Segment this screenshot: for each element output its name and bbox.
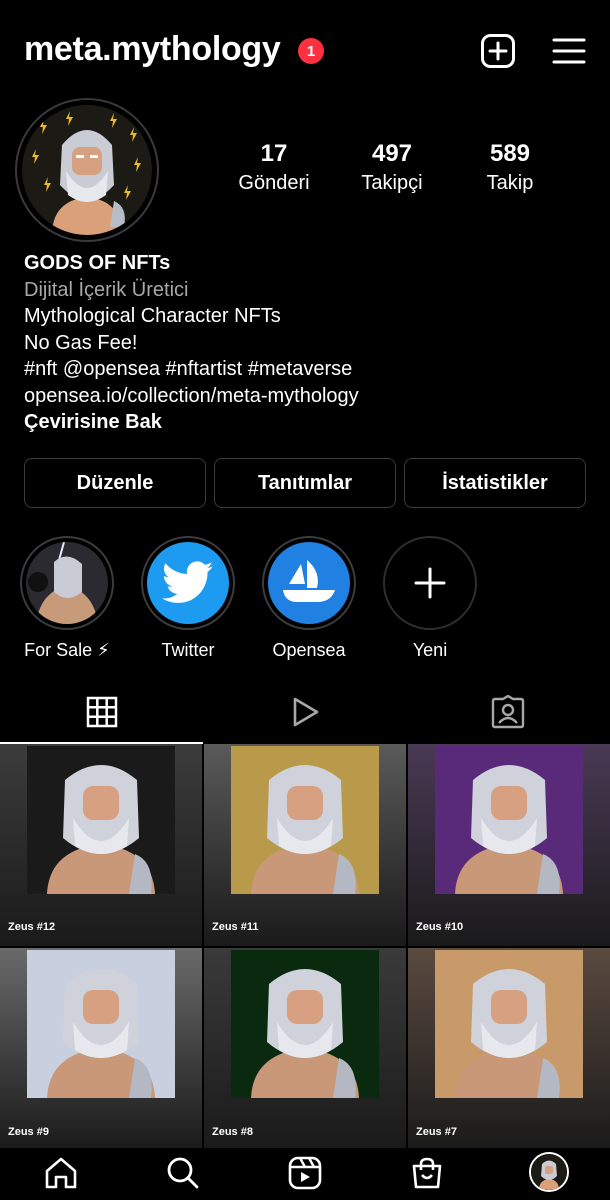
bottom-navigation <box>0 1148 610 1200</box>
zeus-avatar-image <box>22 105 152 235</box>
tab-reels[interactable] <box>203 684 406 744</box>
edit-profile-button[interactable]: Düzenle <box>24 458 206 508</box>
tagged-person-icon <box>491 694 525 734</box>
insights-button[interactable]: İstatistikler <box>404 458 586 508</box>
post-tile[interactable]: Zeus #7 <box>408 948 610 1150</box>
post-tile[interactable]: Zeus #8 <box>204 948 406 1150</box>
post-title: Zeus #8 <box>212 1126 253 1138</box>
profile-bio: GODS OF NFTs Dijital İçerik Üretici Myth… <box>24 250 584 436</box>
following-label: Takip <box>486 172 534 194</box>
post-artwork <box>435 746 583 894</box>
search-icon <box>166 1156 200 1195</box>
plus-icon <box>389 542 471 624</box>
translate-link[interactable]: Çevirisine Bak <box>24 409 584 436</box>
shop-bag-icon <box>410 1156 444 1195</box>
profile-content-tabs <box>0 684 610 744</box>
post-title: Zeus #10 <box>416 921 464 933</box>
bio-link[interactable]: opensea.io/collection/meta-mythology <box>24 383 584 410</box>
twitter-bird-icon <box>147 542 229 624</box>
profile-header: meta.mythology 1 <box>0 0 610 100</box>
profile-username[interactable]: meta.mythology <box>24 30 281 69</box>
plus-square-icon[interactable] <box>480 33 516 69</box>
nav-profile[interactable] <box>488 1148 610 1200</box>
highlight-for-sale[interactable]: For Sale ⚡ <box>12 536 122 661</box>
highlight-thumbnail <box>26 542 108 624</box>
tab-tagged[interactable] <box>406 684 609 744</box>
home-icon <box>44 1156 78 1195</box>
post-title: Zeus #7 <box>416 1126 457 1138</box>
posts-count: 17 <box>260 140 288 167</box>
post-artwork <box>231 746 379 894</box>
nav-shop[interactable] <box>366 1148 488 1200</box>
grid-icon <box>86 696 118 733</box>
notification-badge[interactable]: 1 <box>298 38 324 64</box>
post-tile[interactable]: Zeus #10 <box>408 744 610 946</box>
profile-category: Dijital İçerik Üretici <box>24 278 189 301</box>
post-artwork <box>27 950 175 1098</box>
opensea-ship-icon <box>268 542 350 624</box>
highlight-new[interactable]: Yeni <box>375 536 485 661</box>
followers-label: Takipçi <box>361 172 423 194</box>
story-highlights: For Sale ⚡ Twitter Opensea Yeni <box>0 536 610 666</box>
post-tile[interactable]: Zeus #9 <box>0 948 202 1150</box>
followers-stat[interactable]: 497 Takipçi <box>332 140 452 195</box>
profile-avatar[interactable] <box>15 98 159 242</box>
post-artwork <box>435 950 583 1098</box>
tab-posts-grid[interactable] <box>0 684 203 744</box>
post-artwork <box>27 746 175 894</box>
followers-count: 497 <box>371 140 413 167</box>
post-artwork <box>231 950 379 1098</box>
promotions-button[interactable]: Tanıtımlar <box>214 458 396 508</box>
highlight-label: For Sale ⚡ <box>24 640 110 660</box>
nav-search[interactable] <box>122 1148 244 1200</box>
hamburger-menu-icon[interactable] <box>551 33 587 69</box>
post-title: Zeus #12 <box>8 921 56 933</box>
highlight-label: Yeni <box>412 640 448 660</box>
display-name: GODS OF NFTs <box>24 252 171 274</box>
profile-avatar <box>529 1152 569 1192</box>
post-title: Zeus #9 <box>8 1126 49 1138</box>
reels-play-icon <box>289 696 321 733</box>
bio-hashtags[interactable]: #nft @opensea #nftartist #metaverse <box>24 356 584 383</box>
highlight-opensea[interactable]: Opensea <box>254 536 364 661</box>
highlight-twitter[interactable]: Twitter <box>133 536 243 661</box>
post-title: Zeus #11 <box>212 921 259 933</box>
bio-line-2: No Gas Fee! <box>24 331 138 354</box>
bio-line-1: Mythological Character NFTs <box>24 305 281 327</box>
profile-action-buttons: Düzenle Tanıtımlar İstatistikler <box>24 458 586 508</box>
following-count: 589 <box>489 140 531 167</box>
following-stat[interactable]: 589 Takip <box>450 140 570 195</box>
highlight-label: Opensea <box>272 640 346 660</box>
nav-reels[interactable] <box>244 1148 366 1200</box>
highlight-label: Twitter <box>161 640 215 660</box>
post-tile[interactable]: Zeus #12 <box>0 744 202 946</box>
reels-icon <box>288 1156 322 1195</box>
post-tile[interactable]: Zeus #11 <box>204 744 406 946</box>
nav-home[interactable] <box>0 1148 122 1200</box>
posts-label: Gönderi <box>238 172 310 194</box>
posts-stat[interactable]: 17 Gönderi <box>214 140 334 195</box>
